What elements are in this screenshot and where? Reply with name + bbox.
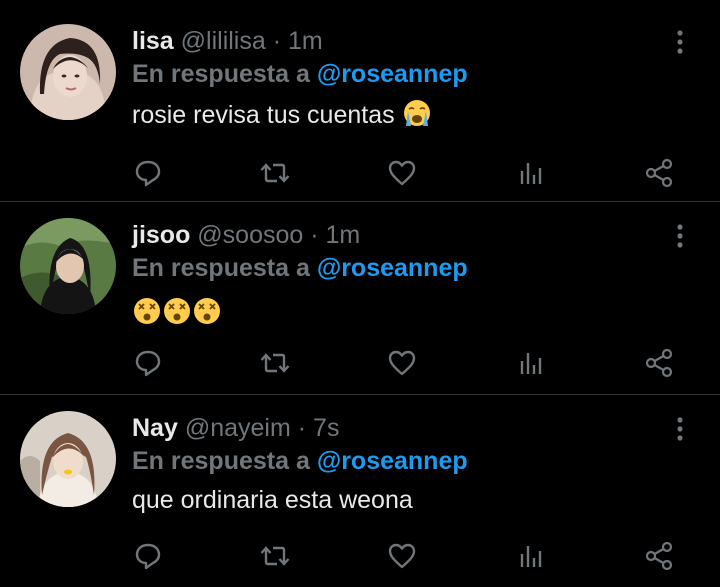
timestamp[interactable]: 1m [326,221,361,249]
like-icon[interactable] [384,155,420,191]
avatar[interactable] [20,24,116,120]
retweet-icon[interactable] [257,155,293,191]
separator-dot: · [297,414,307,442]
tweet-text-content: que ordinaria esta weona [132,486,413,514]
tweet-header: Nay @nayeim · 7s [132,413,468,443]
share-icon[interactable] [641,538,677,574]
tweet-actions [0,538,720,574]
separator-dot: · [272,27,282,55]
loudly-crying-face-icon [402,98,432,135]
retweet-icon[interactable] [257,345,293,381]
reply-context: En respuesta a @roseannep [132,253,468,283]
user-handle[interactable]: @nayeim [185,414,291,442]
tweet-text [132,296,468,333]
reply-prefix: En respuesta a [132,447,310,475]
analytics-icon[interactable] [513,538,549,574]
tweet-header: lisa @lililisa · 1m [132,26,468,56]
timestamp[interactable]: 1m [288,27,323,55]
timestamp[interactable]: 7s [313,414,339,442]
share-icon[interactable] [641,345,677,381]
avatar[interactable] [20,218,116,314]
tweet-header: jisoo @soosoo · 1m [132,220,468,250]
reply-mention-link[interactable]: @roseannep [317,60,468,88]
reply-prefix: En respuesta a [132,254,310,282]
like-icon[interactable] [384,345,420,381]
reply-icon[interactable] [130,538,166,574]
like-icon[interactable] [384,538,420,574]
tweet-text: que ordinaria esta weona [132,485,468,515]
separator-dot: · [310,221,319,249]
analytics-icon[interactable] [513,345,549,381]
tweet-actions [0,345,720,381]
reply-icon[interactable] [130,345,166,381]
tweet-actions [0,155,720,191]
dizzy-face-icon [162,296,192,333]
more-options-icon[interactable] [668,222,692,252]
dizzy-face-icon [192,296,222,333]
tweet-text-content: rosie revisa tus cuentas [132,101,395,130]
reply-context: En respuesta a @roseannep [132,59,468,89]
reply-icon[interactable] [130,155,166,191]
dizzy-face-icon [132,296,162,333]
user-handle[interactable]: @soosoo [197,221,303,249]
share-icon[interactable] [641,155,677,191]
display-name[interactable]: jisoo [132,221,190,249]
reply-context: En respuesta a @roseannep [132,446,468,476]
reply-prefix: En respuesta a [132,60,310,88]
tweet-text: rosie revisa tus cuentas [132,98,468,135]
more-options-icon[interactable] [668,415,692,445]
reply-mention-link[interactable]: @roseannep [317,447,468,475]
tweet-divider [0,201,720,202]
tweet-divider [0,394,720,395]
display-name[interactable]: Nay [132,414,178,442]
user-handle[interactable]: @lililisa [181,27,266,55]
retweet-icon[interactable] [257,538,293,574]
analytics-icon[interactable] [513,155,549,191]
more-options-icon[interactable] [668,28,692,58]
avatar[interactable] [20,411,116,507]
display-name[interactable]: lisa [132,27,174,55]
reply-mention-link[interactable]: @roseannep [317,254,468,282]
